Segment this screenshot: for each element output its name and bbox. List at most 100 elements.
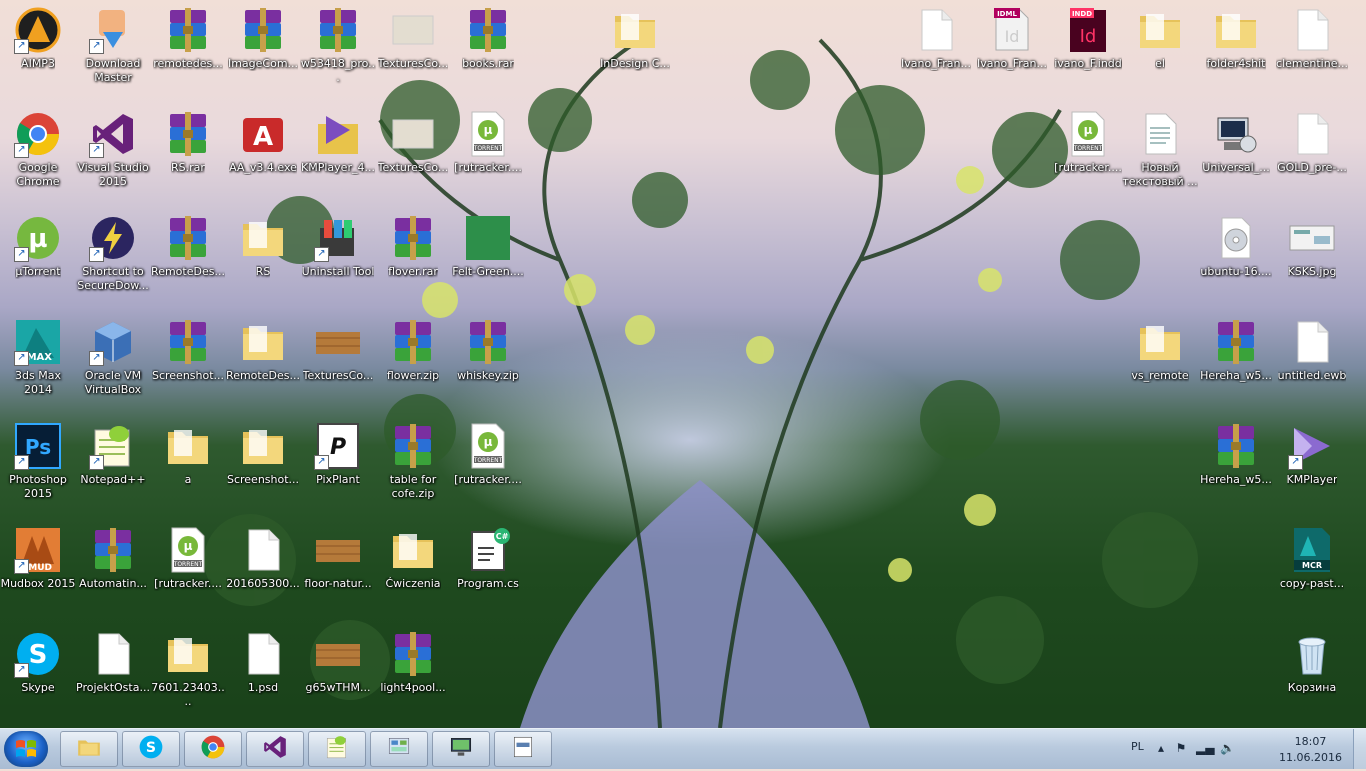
desktop-icon-projektosta[interactable]: ProjektOsta... [75,626,151,695]
folder-icon [239,214,287,262]
desktop-icon-rutracker[interactable]: µ TORRENT [rutracker.... [450,106,526,175]
svg-text:INDD: INDD [1072,10,1092,18]
desktop-icon-item[interactable]: Новый текстовый ... [1122,106,1198,189]
taskbar-button-skype[interactable]: S [122,731,180,767]
desktop-icon-texturesco[interactable]: TexturesCo... [375,2,451,71]
desktop-icon-download-master[interactable]: ↗ Download Master [75,2,151,85]
desktop-icon-texturesco[interactable]: TexturesCo... [375,106,451,175]
desktop-icon-flower-zip[interactable]: flower.zip [375,314,451,383]
desktop-icon-automatin[interactable]: Automatin... [75,522,151,591]
desktop-icon-aa-v3-4-exe[interactable]: A AA_v3.4.exe [225,106,301,175]
desktop-icon-light4pool[interactable]: light4pool... [375,626,451,695]
desktop-icon-floor-natur[interactable]: floor-natur... [300,522,376,591]
skype-icon: S ↗ [14,630,62,678]
desktop-icon-program-cs[interactable]: C# Program.cs [450,522,526,591]
desktop-icon-clementine[interactable]: clementine... [1274,2,1350,71]
desktop-icon-label: Новый текстовый ... [1122,161,1198,188]
desktop-icon-mudbox-2015[interactable]: MUD ↗ Mudbox 2015 [0,522,76,591]
desktop-icon-rutracker[interactable]: µ TORRENT [rutracker.... [150,522,226,591]
desktop-icon-ivano-f-indd[interactable]: INDD Id ivano_F.indd [1050,2,1126,71]
desktop-icon-ubuntu-16[interactable]: ubuntu-16.... [1198,210,1274,279]
taskbar-button-remote-desktop[interactable] [432,731,490,767]
notepad-plus-plus-icon [324,734,350,764]
desktop-icon-whiskey-zip[interactable]: whiskey.zip [450,314,526,383]
desktop-icon-1-psd[interactable]: 1.psd [225,626,301,695]
desktop-icon-uninstall-tool[interactable]: ↗ Uninstall Tool [300,210,376,279]
desktop-icon-books-rar[interactable]: books.rar [450,2,526,71]
show-desktop-button[interactable] [1353,729,1366,769]
desktop-icon-skype[interactable]: S ↗ Skype [0,626,76,695]
desktop-icon-hereha-w5[interactable]: Hereha_w5... [1198,314,1274,383]
desktop-icon-remotedes[interactable]: remotedes... [150,2,226,71]
volume-icon[interactable]: 🔈 [1220,741,1235,755]
desktop-icon-label: RS.rar [171,161,205,174]
desktop-icon-visual-studio-2015[interactable]: ↗ Visual Studio 2015 [75,106,151,189]
desktop-icon-rutracker[interactable]: µ TORRENT [rutracker.... [1050,106,1126,175]
desktop-icon-notepad[interactable]: ↗ Notepad++ [75,418,151,487]
desktop-icon-pixplant[interactable]: P ↗ PixPlant [300,418,376,487]
taskbar-button-control-panel[interactable] [370,731,428,767]
desktop-icon-copy-past[interactable]: MCR copy-past... [1274,522,1350,591]
desktop-icon-hereha-w5[interactable]: Hereha_w5... [1198,418,1274,487]
desktop-icon-7601-23403[interactable]: 7601.23403.... [150,626,226,709]
desktop-icon-imagecom[interactable]: ImageCom... [225,2,301,71]
desktop-icon-ivano-fran[interactable]: Ivano_Fran... [898,2,974,71]
winrar-icon [164,318,212,366]
desktop-icon-flover-rar[interactable]: flover.rar [375,210,451,279]
desktop-icon-universal[interactable]: Universal_... [1198,106,1274,175]
kmplayer-icon: ↗ [1288,422,1336,470]
desktop-icon-photoshop-2015[interactable]: Ps ↗ Photoshop 2015 [0,418,76,501]
desktop-icon-gold-pre[interactable]: GOLD_pre-... [1274,106,1350,175]
desktop-icon-table-for-cofe-zip[interactable]: table for cofe.zip [375,418,451,501]
desktop-icon-torrent[interactable]: µ ↗ µTorrent [0,210,76,279]
desktop-icon-google-chrome[interactable]: ↗ Google Chrome [0,106,76,189]
desktop-icon-item[interactable]: Корзина [1274,626,1350,695]
winrar-icon [464,6,512,54]
desktop-icon-untitled-ewb[interactable]: untitled.ewb [1274,314,1350,383]
desktop-icon-label: table for cofe.zip [389,473,437,500]
desktop-icon-label: ProjektOsta... [76,681,150,694]
desktop-icon-label: RemoteDes... [226,369,300,382]
desktop-icon-felt-green[interactable]: Felt-Green.... [450,210,526,279]
desktop-icon-texturesco[interactable]: TexturesCo... [300,314,376,383]
desktop-icon-remotedes[interactable]: RemoteDes... [225,314,301,383]
taskbar-button-notepad-plus-plus[interactable] [308,731,366,767]
network-signal-icon[interactable]: ▂▄ [1196,741,1214,755]
desktop-icon-folder4shit[interactable]: folder4shit [1198,2,1274,71]
desktop-icon-kmplayer[interactable]: ↗ KMPlayer [1274,418,1350,487]
taskbar-button-chrome[interactable] [184,731,242,767]
desktop-icon-wiczenia[interactable]: Ćwiczenia [375,522,451,591]
windows-start-icon[interactable] [4,731,48,767]
action-center-flag-icon[interactable]: ⚑ [1174,741,1188,755]
clock[interactable]: 18:07 11.06.2016 [1279,734,1342,766]
taskbar-button-explorer[interactable] [60,731,118,767]
desktop-icon-label: Shortcut to SecureDow... [77,265,149,292]
svg-text:S: S [146,740,156,756]
desktop-icon-shortcut-to-securedow[interactable]: ↗ Shortcut to SecureDow... [75,210,151,293]
desktop-icon-remotedes[interactable]: RemoteDes... [150,210,226,279]
taskbar-button-active-window[interactable] [494,731,552,767]
desktop-icon-vs-remote[interactable]: vs_remote [1122,314,1198,383]
desktop-icon-ivano-fran[interactable]: IDML Id Ivano_Fran... [974,2,1050,71]
desktop-icon-screenshot[interactable]: Screenshot... [150,314,226,383]
desktop-icon-aimp3[interactable]: ↗ AIMP3 [0,2,76,71]
desktop-icon-kmplayer-4[interactable]: KMPlayer_4... [300,106,376,175]
desktop-icon-rutracker[interactable]: µ TORRENT [rutracker.... [450,418,526,487]
language-indicator[interactable]: PL [1131,740,1144,753]
desktop-icon-w53418-pro[interactable]: w53418_pro... [300,2,376,85]
desktop-icon-rs-rar[interactable]: RS.rar [150,106,226,175]
desktop-icon-label: 1.psd [247,681,279,694]
desktop-icon-screenshot[interactable]: Screenshot... [225,418,301,487]
desktop-icon-oracle-vm-virtualbox[interactable]: ↗ Oracle VM VirtualBox [75,314,151,397]
chevron-up-icon[interactable]: ▴ [1154,741,1168,755]
desktop-icon-rs[interactable]: RS [225,210,301,279]
desktop-icon-ksks-jpg[interactable]: KSKS.jpg [1274,210,1350,279]
desktop-icon-el[interactable]: el [1122,2,1198,71]
desktop-icon-indesign-c[interactable]: InDesign C... [597,2,673,71]
svg-text:µ: µ [484,435,493,449]
desktop-icon-g65wthm[interactable]: g65wTHM... [300,626,376,695]
desktop-icon-3ds-max-2014[interactable]: MAX ↗ 3ds Max 2014 [0,314,76,397]
desktop-icon-a[interactable]: a [150,418,226,487]
taskbar-button-visual-studio[interactable] [246,731,304,767]
desktop-icon-201605300[interactable]: 201605300... [225,522,301,591]
